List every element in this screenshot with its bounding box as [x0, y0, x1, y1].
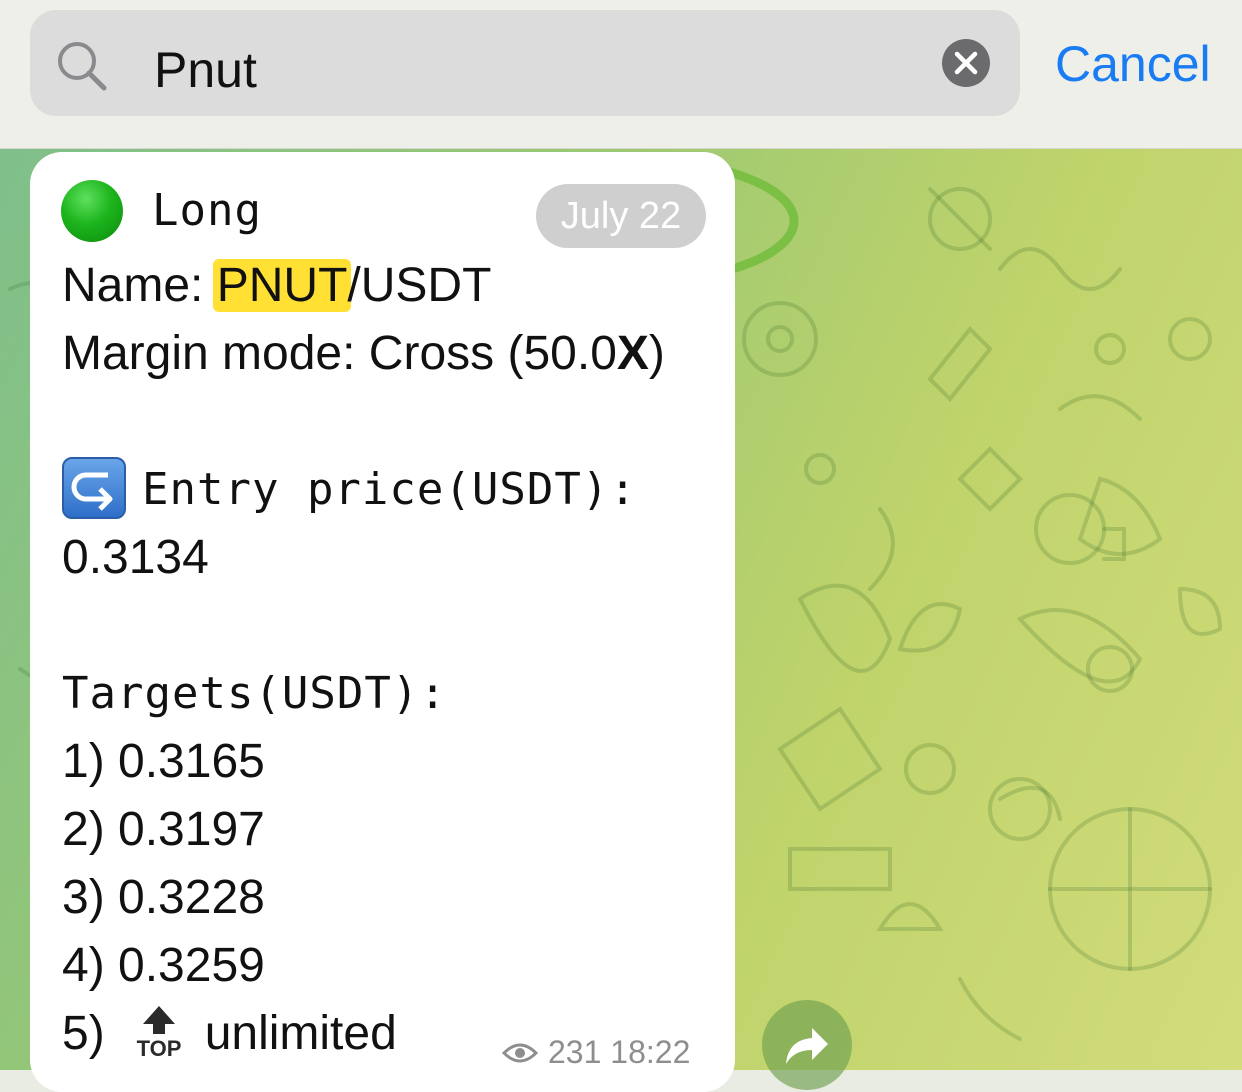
- forward-button[interactable]: [762, 1000, 852, 1090]
- search-input[interactable]: Pnut: [154, 40, 257, 100]
- message-bubble[interactable]: Long July 22 Name: PNUT/USDT Margin mode…: [30, 152, 735, 1092]
- search-highlight: PNUT: [212, 259, 352, 312]
- cancel-button[interactable]: Cancel: [1055, 36, 1211, 92]
- margin-close: ): [648, 327, 665, 380]
- view-count: 231: [548, 1034, 602, 1070]
- pair-name-line: Name: PNUT/USDT: [62, 256, 491, 316]
- target-item: 2) 0.3197: [62, 803, 265, 856]
- search-header: Pnut Cancel: [0, 0, 1242, 149]
- clear-icon: [954, 51, 978, 75]
- forward-icon: [786, 1028, 828, 1064]
- name-rest: /USDT: [347, 259, 492, 312]
- message-meta: 231 18:22: [501, 1032, 691, 1072]
- target5-prefix: 5): [62, 1007, 105, 1060]
- target-item: 4) 0.3259: [62, 939, 265, 992]
- search-icon: [58, 42, 107, 91]
- name-label: Name:: [62, 259, 217, 312]
- date-badge: July 22: [536, 184, 706, 248]
- search-field[interactable]: Pnut: [30, 10, 1020, 116]
- position-side: Long: [152, 185, 262, 236]
- clear-search-button[interactable]: [942, 39, 990, 87]
- message-time: 18:22: [610, 1034, 691, 1070]
- entry-price-value: 0.3134: [62, 531, 209, 584]
- top-icon-text: TOP: [136, 1036, 181, 1060]
- target-item: 1) 0.3165: [62, 735, 265, 788]
- margin-label: Margin mode: Cross (50.0: [62, 327, 617, 380]
- eye-icon: [501, 1043, 539, 1063]
- margin-mode-line: Margin mode: Cross (50.0X): [62, 324, 665, 384]
- targets-label: Targets(USDT):: [62, 668, 447, 719]
- margin-x: X: [616, 327, 649, 380]
- top-arrow-icon: TOP: [136, 1006, 181, 1060]
- entry-price-label: Entry price(USDT):: [142, 464, 637, 515]
- target-item-5: 5) TOP unlimited: [62, 1004, 397, 1064]
- target-item: 3) 0.3228: [62, 871, 265, 924]
- green-circle-icon: [61, 180, 123, 242]
- entry-arrow-icon: [62, 457, 126, 519]
- target5-value: unlimited: [204, 1007, 397, 1060]
